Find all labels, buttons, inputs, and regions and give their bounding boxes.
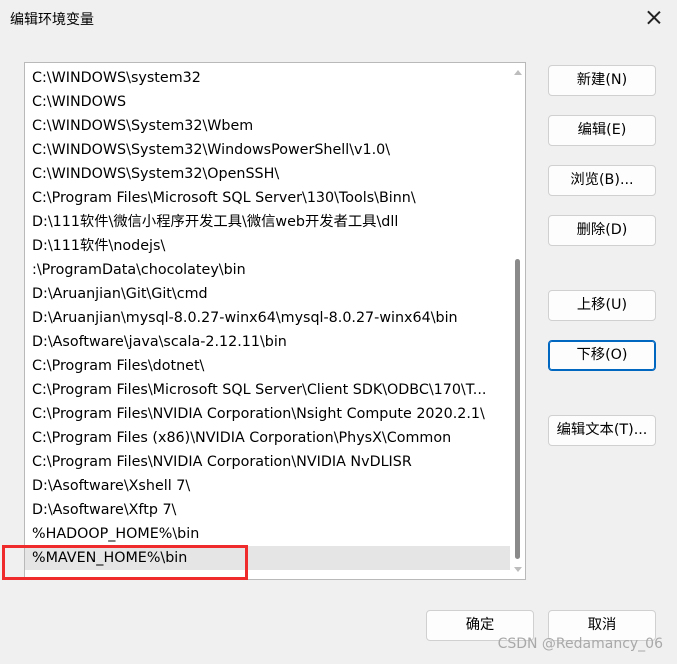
- path-list-item[interactable]: D:\Asoftware\Xftp 7\: [25, 498, 510, 522]
- path-list[interactable]: C:\WINDOWS\system32 C:\WINDOWS C:\WINDOWS\…: [24, 62, 526, 580]
- path-list-item[interactable]: C:\Program Files\Microsoft SQL Server\Cl…: [25, 378, 510, 402]
- scroll-up-arrow-icon[interactable]: [514, 70, 522, 75]
- path-list-item[interactable]: C:\WINDOWS\System32\WindowsPowerShell\v1…: [25, 138, 510, 162]
- title-bar: 编辑环境变量: [0, 0, 677, 38]
- path-list-item[interactable]: D:\Aruanjian\mysql-8.0.27-winx64\mysql-8…: [25, 306, 510, 330]
- browse-button[interactable]: 浏览(B)...: [548, 165, 656, 196]
- scrollbar-thumb[interactable]: [515, 259, 520, 559]
- path-list-item[interactable]: C:\WINDOWS\system32: [25, 66, 510, 90]
- path-list-item[interactable]: D:\Asoftware\Xshell 7\: [25, 474, 510, 498]
- move-up-button[interactable]: 上移(U): [548, 290, 656, 321]
- path-list-item[interactable]: D:\Aruanjian\Git\Git\cmd: [25, 282, 510, 306]
- path-list-item[interactable]: C:\Program Files\dotnet\: [25, 354, 510, 378]
- path-list-item[interactable]: C:\WINDOWS\System32\Wbem: [25, 114, 510, 138]
- path-list-item[interactable]: C:\WINDOWS: [25, 90, 510, 114]
- path-list-item[interactable]: D:\111软件\微信小程序开发工具\微信web开发者工具\dll: [25, 210, 510, 234]
- path-list-item[interactable]: :\ProgramData\chocolatey\bin: [25, 258, 510, 282]
- window-title: 编辑环境变量: [10, 12, 94, 28]
- path-list-item[interactable]: %HADOOP_HOME%\bin: [25, 522, 510, 546]
- close-icon[interactable]: [645, 8, 663, 26]
- path-list-item[interactable]: D:\Asoftware\java\scala-2.12.11\bin: [25, 330, 510, 354]
- path-list-item[interactable]: C:\WINDOWS\System32\OpenSSH\: [25, 162, 510, 186]
- path-list-item[interactable]: C:\Program Files\NVIDIA Corporation\NVID…: [25, 450, 510, 474]
- edit-text-button[interactable]: 编辑文本(T)...: [548, 415, 656, 446]
- move-down-button[interactable]: 下移(O): [548, 340, 656, 371]
- path-list-items: C:\WINDOWS\system32 C:\WINDOWS C:\WINDOWS\…: [25, 66, 510, 570]
- path-list-item[interactable]: C:\Program Files\Microsoft SQL Server\13…: [25, 186, 510, 210]
- path-list-item[interactable]: D:\111软件\nodejs\: [25, 234, 510, 258]
- edit-button[interactable]: 编辑(E): [548, 115, 656, 146]
- delete-button[interactable]: 删除(D): [548, 215, 656, 246]
- vertical-scrollbar[interactable]: [510, 63, 525, 579]
- path-list-item[interactable]: C:\Program Files (x86)\NVIDIA Corporatio…: [25, 426, 510, 450]
- watermark-text: CSDN @Redamancy_06: [497, 636, 663, 652]
- scroll-down-arrow-icon[interactable]: [514, 567, 522, 572]
- path-list-item[interactable]: C:\Program Files\NVIDIA Corporation\Nsig…: [25, 402, 510, 426]
- annotation-highlight-box: [2, 545, 248, 580]
- new-button[interactable]: 新建(N): [548, 65, 656, 96]
